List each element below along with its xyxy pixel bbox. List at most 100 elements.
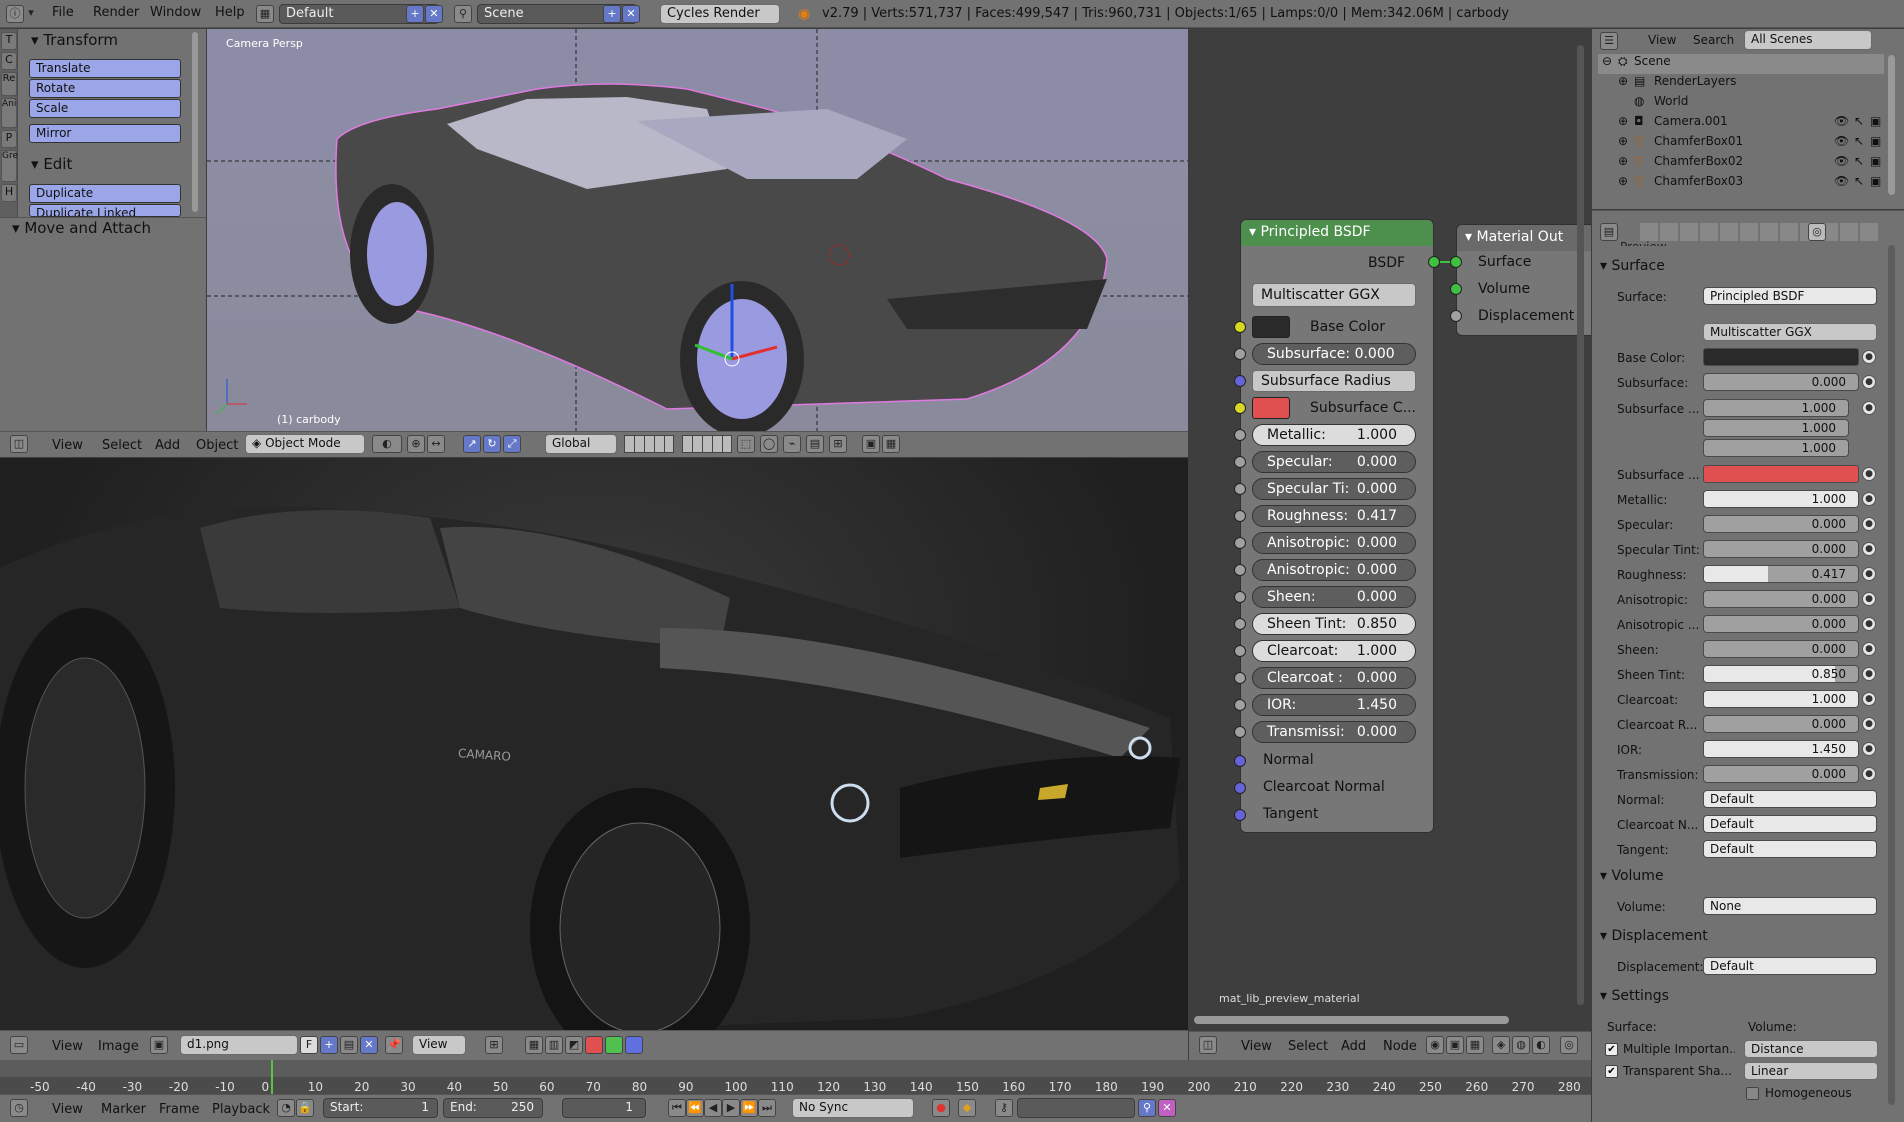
menu-add[interactable]: Add: [1341, 1039, 1366, 1054]
clearcoat-normal-socket[interactable]: [1234, 782, 1246, 794]
normal-socket[interactable]: [1234, 755, 1246, 767]
property-slider[interactable]: 0.000: [1703, 615, 1859, 633]
expand-icon[interactable]: ⊕: [1618, 134, 1628, 148]
property-slider[interactable]: 0.850: [1703, 665, 1859, 683]
node-input-socket[interactable]: [1234, 429, 1246, 441]
link-input-icon[interactable]: ●: [1862, 401, 1876, 415]
tangent-socket[interactable]: [1234, 809, 1246, 821]
subsurface-slider[interactable]: 0.000: [1703, 373, 1859, 391]
outliner-row-chamferbox01[interactable]: ⊕ ▽ ChamferBox01 👁 ↖ ▣: [1598, 134, 1884, 154]
node-input-socket[interactable]: [1234, 645, 1246, 657]
lock-layers-icon[interactable]: ⬚: [737, 435, 755, 453]
property-slider[interactable]: 1.000: [1703, 490, 1859, 508]
expand-icon[interactable]: ⊕: [1618, 154, 1628, 168]
menu-help[interactable]: Help: [215, 5, 245, 20]
property-slider[interactable]: 0.000: [1703, 715, 1859, 733]
camera-render-icon[interactable]: ▣: [1870, 174, 1881, 188]
outliner-row-camera[interactable]: ⊕ ◘ Camera.001 👁 ↖ ▣: [1598, 114, 1884, 134]
cursor-icon[interactable]: ↖: [1854, 114, 1864, 128]
node-value-field[interactable]: Roughness: 0.417: [1252, 505, 1416, 527]
expand-icon[interactable]: ⊕: [1618, 174, 1628, 188]
cursor-icon[interactable]: ↖: [1854, 174, 1864, 188]
rotate-button[interactable]: Rotate: [29, 79, 181, 98]
link-input-icon[interactable]: ●: [1862, 542, 1876, 556]
volume-interpolation-selector[interactable]: Linear: [1744, 1062, 1878, 1080]
surface-shader-selector[interactable]: Principled BSDF: [1703, 287, 1877, 305]
duplicate-linked-button[interactable]: Duplicate Linked: [29, 204, 181, 217]
node-value-field[interactable]: Sheen: 0.000: [1252, 586, 1416, 608]
camera-render-icon[interactable]: ▣: [1870, 134, 1881, 148]
menu-select[interactable]: Select: [1288, 1039, 1328, 1054]
base-color-socket[interactable]: [1234, 321, 1246, 333]
channel-blue-icon[interactable]: [625, 1036, 643, 1054]
material-browse-icon[interactable]: ◎: [1560, 1036, 1578, 1054]
menu-file[interactable]: File: [52, 5, 74, 20]
keying-set-icon[interactable]: ◆: [958, 1099, 976, 1117]
edit-panel-header[interactable]: ▾ Edit: [31, 155, 72, 173]
compositor-tree-icon[interactable]: ▣: [1446, 1036, 1464, 1054]
menu-marker[interactable]: Marker: [101, 1102, 146, 1117]
distribution-selector[interactable]: Multiscatter GGX: [1252, 283, 1416, 307]
cursor-icon[interactable]: ↖: [1854, 154, 1864, 168]
link-input-icon[interactable]: ●: [1862, 350, 1876, 364]
add-layout-icon[interactable]: +: [406, 5, 424, 23]
link-input-icon[interactable]: ●: [1862, 667, 1876, 681]
outliner-scrollbar[interactable]: [1888, 55, 1895, 195]
properties-scrollbar[interactable]: [1888, 245, 1895, 1105]
current-frame-indicator[interactable]: [271, 1060, 273, 1094]
subsurface-radius-x[interactable]: 1.000: [1703, 399, 1849, 417]
link-input-icon[interactable]: ●: [1862, 692, 1876, 706]
link-input-icon[interactable]: ●: [1862, 567, 1876, 581]
subsurface-radius-field[interactable]: Subsurface Radius: [1252, 370, 1416, 392]
property-slider[interactable]: 0.000: [1703, 515, 1859, 533]
base-color-swatch[interactable]: [1252, 316, 1290, 338]
tab-relations[interactable]: Re: [1, 72, 17, 96]
outliner-row-chamferbox03[interactable]: ⊕ ▽ ChamferBox03 👁 ↖ ▣: [1598, 174, 1884, 194]
tab-grease-pencil[interactable]: Gre: [1, 150, 18, 182]
node-value-field[interactable]: Sheen Tint: 0.850: [1252, 613, 1416, 635]
link-input-icon[interactable]: ●: [1862, 742, 1876, 756]
subsurface-socket[interactable]: [1234, 348, 1246, 360]
keying-set-field[interactable]: [1017, 1098, 1135, 1118]
menu-render[interactable]: Render: [93, 5, 139, 20]
open-image-icon[interactable]: ▤: [340, 1036, 358, 1054]
eye-icon[interactable]: 👁: [1834, 134, 1849, 148]
start-frame-field[interactable]: Start: 1: [323, 1098, 438, 1118]
translate-button[interactable]: Translate: [29, 59, 181, 78]
channel-red-icon[interactable]: [585, 1036, 603, 1054]
render-animation-icon[interactable]: ▦: [882, 435, 900, 453]
scale-manipulator-icon[interactable]: ⤢: [503, 435, 521, 453]
layer-buttons[interactable]: [682, 435, 732, 453]
menu-image[interactable]: Image: [98, 1039, 139, 1054]
scale-button[interactable]: Scale: [29, 99, 181, 118]
node-input-socket[interactable]: [1234, 537, 1246, 549]
link-input-icon[interactable]: ●: [1862, 592, 1876, 606]
render-icon[interactable]: ▣: [862, 435, 880, 453]
jump-keyframe-back-icon[interactable]: ⏪: [686, 1099, 704, 1117]
property-slider[interactable]: 0.000: [1703, 540, 1859, 558]
outliner-row-world[interactable]: ◍ World: [1598, 94, 1884, 114]
menu-window[interactable]: Window: [150, 5, 201, 20]
jump-start-icon[interactable]: ⏮: [668, 1099, 686, 1117]
eye-icon[interactable]: 👁: [1834, 174, 1849, 188]
snap-element-icon[interactable]: ▤: [806, 435, 824, 453]
displacement-selector[interactable]: Default: [1703, 957, 1877, 975]
node-input-socket[interactable]: [1234, 456, 1246, 468]
node-value-field[interactable]: Metallic: 1.000: [1252, 424, 1416, 446]
subsurface-color-socket[interactable]: [1234, 402, 1246, 414]
image-name-field[interactable]: d1.png: [180, 1035, 298, 1055]
remove-layout-icon[interactable]: ✕: [425, 5, 443, 23]
node-header[interactable]: ▾ Principled BSDF: [1241, 220, 1433, 246]
new-image-icon[interactable]: +: [320, 1036, 338, 1054]
channel-green-icon[interactable]: [605, 1036, 623, 1054]
rotate-manipulator-icon[interactable]: ↻: [483, 435, 501, 453]
node-value-field[interactable]: Clearcoat : 0.000: [1252, 667, 1416, 689]
timeline-ruler[interactable]: [0, 1077, 1591, 1094]
node-value-field[interactable]: Transmissi: 0.000: [1252, 721, 1416, 743]
volume-input-socket[interactable]: [1450, 283, 1462, 295]
pivot-point-icon[interactable]: ⊕: [407, 435, 425, 453]
play-icon[interactable]: ▶: [722, 1099, 740, 1117]
layer-buttons[interactable]: [624, 435, 674, 453]
camera-render-icon[interactable]: ▣: [1870, 114, 1881, 128]
node-editor-scrollbar[interactable]: [1194, 1016, 1509, 1024]
